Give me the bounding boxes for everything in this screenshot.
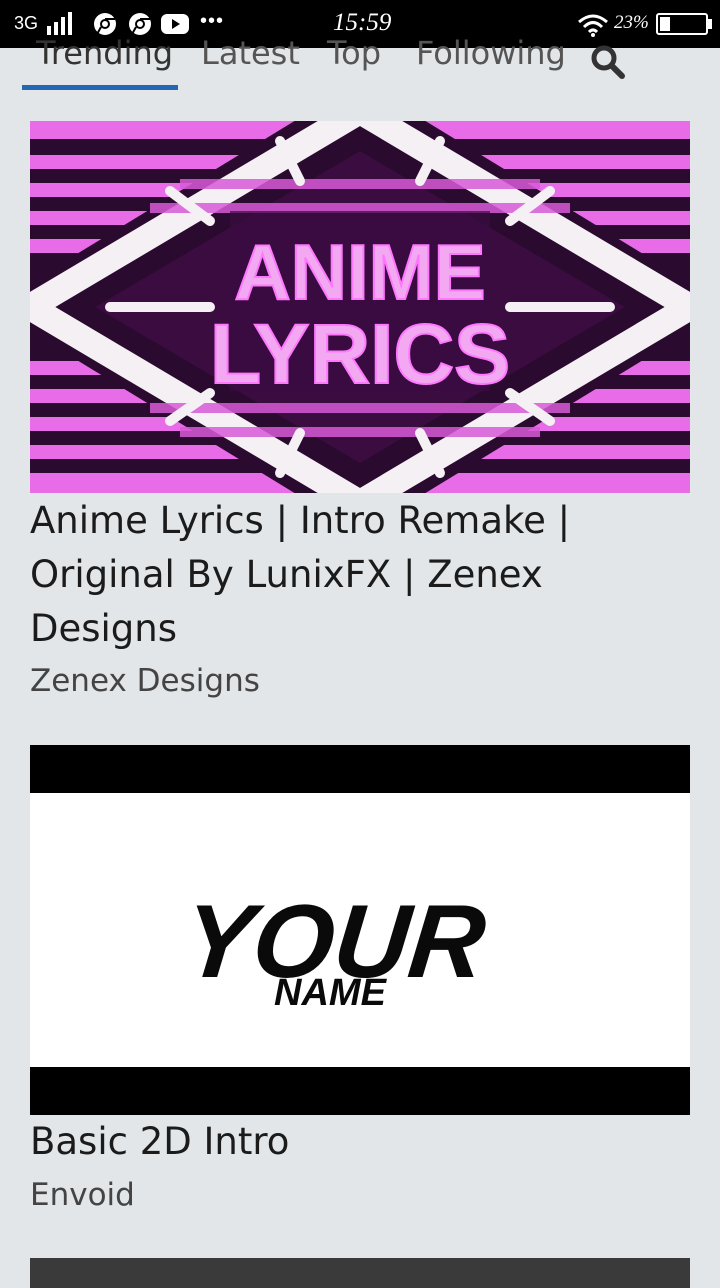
video-thumbnail[interactable]: ANIME LYRICS [30, 121, 690, 493]
tab-following[interactable]: Following [416, 34, 566, 72]
video-thumbnail[interactable]: YOUR NAME [30, 745, 690, 1115]
search-icon[interactable] [588, 42, 628, 82]
thumbnail-text-line1: ANIME [234, 228, 485, 316]
video-title[interactable]: Basic 2D Intro [30, 1115, 690, 1169]
video-author[interactable]: Envoid [30, 1177, 135, 1213]
video-author[interactable]: Zenex Designs [30, 663, 260, 699]
video-title[interactable]: Anime Lyrics | Intro Remake | Original B… [30, 494, 690, 656]
thumbnail-text-line2: LYRICS [210, 307, 510, 401]
battery-icon [656, 13, 708, 35]
tab-latest[interactable]: Latest [201, 34, 300, 72]
tab-top[interactable]: Top [327, 34, 381, 72]
clock: 15:59 [333, 9, 392, 36]
battery-percent: 23% [614, 12, 649, 33]
video-card[interactable]: YOUR NAME Basic 2D Intro Envoid [30, 745, 690, 1225]
video-thumbnail-partial[interactable] [30, 1258, 690, 1288]
thumbnail-text-line2: NAME [274, 972, 388, 1014]
wifi-icon [578, 14, 608, 37]
battery-tip [708, 19, 712, 29]
network-type: 3G [14, 13, 39, 33]
battery-level [660, 17, 671, 31]
active-tab-indicator [22, 85, 178, 90]
more-notifications-icon: ••• [200, 10, 225, 32]
signal-icon [47, 12, 72, 35]
video-card[interactable]: ANIME LYRICS Anime Lyrics | Intro Remake… [30, 121, 690, 711]
tab-trending[interactable]: Trending [36, 34, 173, 72]
